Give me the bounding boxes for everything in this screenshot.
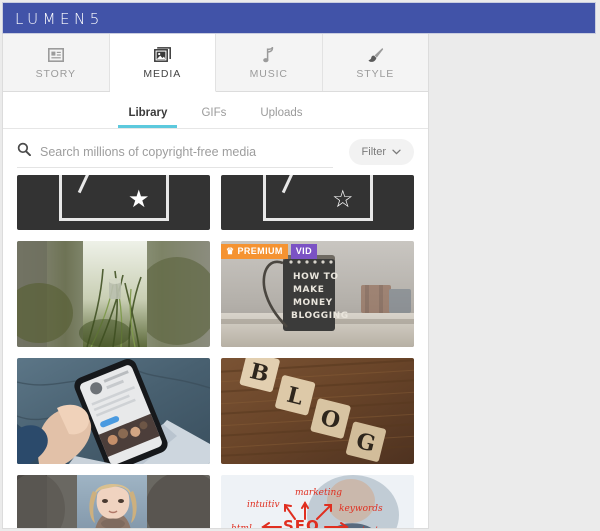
media-row: HOW TO MAKE MONEY BLOGGING ♛ PREMIUM VID bbox=[17, 241, 414, 347]
subtab-uploads-label: Uploads bbox=[260, 107, 303, 119]
media-tile[interactable]: B L O G bbox=[221, 358, 414, 464]
search-icon bbox=[17, 142, 31, 161]
card-frame: ☆ bbox=[262, 175, 373, 221]
media-icon bbox=[153, 46, 171, 64]
tab-media[interactable]: MEDIA bbox=[109, 34, 216, 92]
tab-style-label: STYLE bbox=[356, 67, 395, 80]
media-tile[interactable] bbox=[17, 358, 210, 464]
media-tile[interactable]: SEO html intuitiv marketing keywords str… bbox=[221, 475, 414, 529]
star-filled-icon: ★ bbox=[127, 186, 150, 213]
svg-text:MAKE: MAKE bbox=[293, 285, 324, 295]
media-row: ★ ☆ bbox=[17, 175, 414, 230]
vid-badge-label: VID bbox=[295, 246, 312, 256]
search-row: Filter bbox=[3, 129, 428, 175]
subtab-gifs[interactable]: GIFs bbox=[197, 107, 230, 128]
media-grid: ★ ☆ HOW TO MAKE MONEY BLOGGING ♛ PREMIUM… bbox=[3, 175, 428, 529]
vid-badge: VID bbox=[290, 244, 317, 259]
search-input[interactable] bbox=[40, 144, 333, 159]
media-tile[interactable]: ★ bbox=[17, 175, 210, 230]
svg-text:strategy: strategy bbox=[357, 526, 396, 529]
media-tile[interactable] bbox=[17, 241, 210, 347]
premium-badge: ♛ PREMIUM bbox=[221, 244, 288, 259]
badge-group: ♛ PREMIUM VID bbox=[221, 241, 317, 259]
media-thumbnail: B L O G bbox=[221, 358, 414, 464]
media-thumbnail: SEO html intuitiv marketing keywords str… bbox=[221, 475, 414, 529]
app-screenshot: LUMEN5 STORY MEDIA MUSIC STYLE Library G… bbox=[0, 0, 600, 531]
media-thumbnail bbox=[17, 358, 210, 464]
media-subtab-strip: Library GIFs Uploads bbox=[3, 92, 428, 129]
paintbrush-icon bbox=[366, 46, 384, 64]
svg-text:HOW TO: HOW TO bbox=[293, 272, 339, 282]
tab-music[interactable]: MUSIC bbox=[216, 34, 323, 91]
filter-button[interactable]: Filter bbox=[348, 139, 414, 165]
media-tile[interactable]: HOW TO MAKE MONEY BLOGGING ♛ PREMIUM VID bbox=[221, 241, 414, 347]
media-row: B L O G bbox=[17, 358, 414, 464]
app-header: LUMEN5 bbox=[2, 2, 596, 34]
subtab-gifs-label: GIFs bbox=[201, 107, 227, 119]
subtab-library[interactable]: Library bbox=[118, 107, 178, 128]
media-tile[interactable] bbox=[17, 475, 210, 528]
star-outline-icon: ☆ bbox=[331, 186, 354, 213]
media-thumbnail bbox=[17, 475, 210, 528]
media-tile[interactable]: ☆ bbox=[221, 175, 414, 230]
svg-text:SEO: SEO bbox=[283, 517, 320, 529]
svg-text:marketing: marketing bbox=[295, 488, 342, 498]
filter-button-label: Filter bbox=[361, 146, 386, 158]
app-logo: LUMEN5 bbox=[15, 10, 104, 28]
music-note-icon bbox=[262, 46, 275, 64]
svg-text:html: html bbox=[231, 524, 252, 529]
story-icon bbox=[47, 46, 64, 64]
svg-text:intuitiv: intuitiv bbox=[247, 500, 280, 510]
svg-text:keywords: keywords bbox=[339, 504, 383, 514]
subtab-library-label: Library bbox=[128, 107, 168, 119]
media-row: SEO html intuitiv marketing keywords str… bbox=[17, 475, 414, 529]
svg-text:MONEY: MONEY bbox=[293, 298, 333, 308]
tab-music-label: MUSIC bbox=[249, 67, 288, 80]
tab-story-label: STORY bbox=[35, 67, 76, 80]
svg-text:BLOGGING: BLOGGING bbox=[291, 311, 349, 321]
tab-story[interactable]: STORY bbox=[3, 34, 110, 91]
card-frame: ★ bbox=[58, 175, 169, 221]
chevron-down-icon bbox=[392, 146, 401, 158]
decorative-slash bbox=[77, 175, 93, 194]
search-field-wrapper[interactable] bbox=[17, 137, 333, 168]
media-panel: STORY MEDIA MUSIC STYLE Library GIFs Upl… bbox=[2, 34, 429, 529]
tab-media-label: MEDIA bbox=[143, 67, 182, 80]
decorative-slash bbox=[281, 175, 297, 194]
subtab-uploads[interactable]: Uploads bbox=[256, 107, 306, 128]
main-tab-strip: STORY MEDIA MUSIC STYLE bbox=[3, 34, 428, 92]
media-thumbnail bbox=[17, 241, 210, 347]
premium-badge-label: PREMIUM bbox=[237, 246, 283, 256]
tab-style[interactable]: STYLE bbox=[322, 34, 428, 91]
crown-icon: ♛ bbox=[226, 246, 235, 256]
